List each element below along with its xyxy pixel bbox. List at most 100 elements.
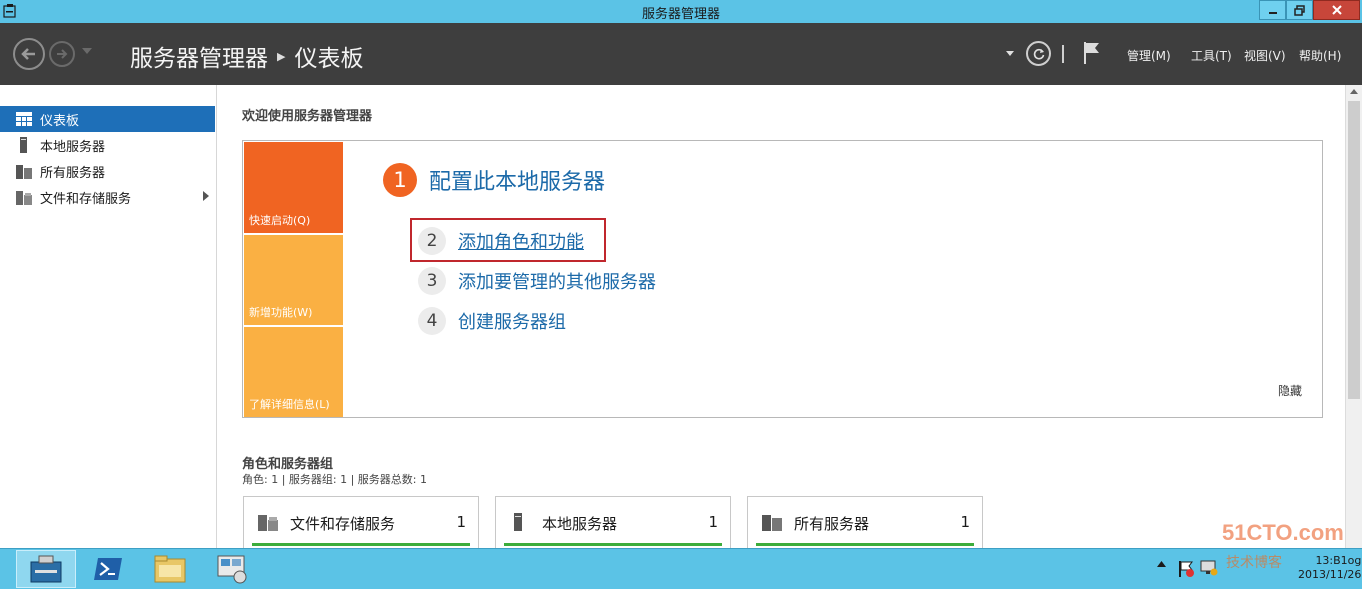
window-title: 服务器管理器 xyxy=(641,7,720,22)
step-create-server-group[interactable]: 4 创建服务器组 xyxy=(418,307,566,335)
view-menu[interactable]: 视图(V) xyxy=(1244,47,1286,64)
taskbar-network[interactable] xyxy=(202,550,262,588)
step-label: 配置此本地服务器 xyxy=(429,170,606,195)
sidebar-item-label: 所有服务器 xyxy=(40,165,106,181)
file-explorer-icon xyxy=(154,555,186,583)
step-number-badge: 1 xyxy=(383,163,417,197)
back-button[interactable] xyxy=(13,38,45,70)
sidebar-item-file-storage[interactable]: 文件和存储服务 xyxy=(0,184,215,210)
card-count: 1 xyxy=(960,513,970,531)
header-divider xyxy=(1062,45,1064,63)
step-link[interactable]: 添加要管理的其他服务器 xyxy=(458,268,656,294)
network-icon xyxy=(217,555,247,584)
card-name: 文件和存储服务 xyxy=(290,515,396,533)
tile-label: 快速启动(Q) xyxy=(249,214,311,227)
step-link[interactable]: 创建服务器组 xyxy=(458,308,566,334)
tile-label: 了解详细信息(L) xyxy=(249,398,330,411)
tile-label: 新增功能(W) xyxy=(249,306,313,319)
step-add-other-servers[interactable]: 3 添加要管理的其他服务器 xyxy=(418,267,656,295)
breadcrumb-separator-icon: ▶ xyxy=(277,49,286,63)
forward-arrow-icon xyxy=(57,49,68,59)
breadcrumb-current: 仪表板 xyxy=(294,46,364,72)
sidebar-item-local-server[interactable]: 本地服务器 xyxy=(0,132,215,158)
tools-menu[interactable]: 工具(T) xyxy=(1191,47,1232,64)
card-name: 所有服务器 xyxy=(794,515,870,533)
card-count: 1 xyxy=(456,513,466,531)
scrollbar-thumb[interactable] xyxy=(1348,101,1360,399)
tile-learn-more[interactable]: 了解详细信息(L) xyxy=(244,327,343,417)
taskbar-powershell[interactable] xyxy=(78,550,138,588)
role-card-file-storage[interactable]: 文件和存储服务 1 xyxy=(243,496,479,556)
refresh-icon xyxy=(1033,48,1044,59)
step-number-badge: 3 xyxy=(418,267,446,295)
scroll-up-arrow-icon[interactable] xyxy=(1350,89,1358,94)
roles-summary: 角色: 1 | 服务器组: 1 | 服务器总数: 1 xyxy=(242,473,428,486)
role-card-all-servers[interactable]: 所有服务器 1 xyxy=(747,496,983,556)
watermark-logo: 51CTO.com xyxy=(1222,520,1344,545)
server-icon xyxy=(514,513,522,531)
help-menu[interactable]: 帮助(H) xyxy=(1299,47,1341,64)
file-storage-icon xyxy=(258,515,278,531)
status-bar xyxy=(252,543,470,546)
servers-icon xyxy=(762,515,782,531)
dashboard-icon xyxy=(16,111,32,127)
vertical-scrollbar[interactable] xyxy=(1345,85,1362,548)
network-status-icon[interactable] xyxy=(1200,560,1218,576)
tile-quick-start[interactable]: 快速启动(Q) xyxy=(244,142,343,233)
card-name: 本地服务器 xyxy=(542,515,618,533)
title-bar: 服务器管理器 xyxy=(0,0,1362,23)
card-count: 1 xyxy=(708,513,718,531)
history-dropdown-icon[interactable] xyxy=(82,48,92,54)
sidebar-item-all-servers[interactable]: 所有服务器 xyxy=(0,158,215,184)
welcome-panel: 快速启动(Q) 新增功能(W) 了解详细信息(L) 1 配置此本地服务器 2 添… xyxy=(242,140,1323,418)
close-icon xyxy=(1331,5,1342,15)
header-dropdown-icon[interactable] xyxy=(1006,51,1014,56)
restore-button[interactable] xyxy=(1286,0,1313,20)
taskbar xyxy=(0,548,1362,589)
clock-time: 13:B1og xyxy=(1315,554,1362,567)
servers-icon xyxy=(16,163,32,179)
forward-button[interactable] xyxy=(49,41,75,67)
step-number-badge: 4 xyxy=(418,307,446,335)
roles-title: 角色和服务器组 xyxy=(242,457,334,472)
sidebar: 仪表板 本地服务器 所有服务器 文件和存储服务 xyxy=(0,85,217,548)
action-center-flag-icon[interactable] xyxy=(1178,560,1194,578)
role-card-local-server[interactable]: 本地服务器 1 xyxy=(495,496,731,556)
status-bar xyxy=(504,543,722,546)
main-content: 欢迎使用服务器管理器 快速启动(Q) 新增功能(W) 了解详细信息(L) 1 配… xyxy=(218,85,1345,556)
step-link[interactable]: 添加角色和功能 xyxy=(458,228,584,254)
sidebar-item-label: 本地服务器 xyxy=(40,139,106,155)
header-bar: 服务器管理器 ▶ 仪表板 管理(M) 工具(T) 视图(V) 帮助(H) xyxy=(0,23,1362,85)
minimize-button[interactable] xyxy=(1259,0,1286,20)
step-number-badge: 2 xyxy=(418,227,446,255)
watermark-subtitle: 技术博客 xyxy=(1226,555,1282,571)
taskbar-file-explorer[interactable] xyxy=(140,550,200,588)
clock-date: 2013/11/26 xyxy=(1298,568,1362,581)
breadcrumb: 服务器管理器 ▶ 仪表板 xyxy=(130,39,363,73)
server-icon xyxy=(16,137,32,153)
chevron-right-icon[interactable] xyxy=(203,191,209,201)
tile-whats-new[interactable]: 新增功能(W) xyxy=(244,235,343,325)
step-configure-local-server[interactable]: 1 配置此本地服务器 xyxy=(383,163,605,197)
sidebar-item-label: 仪表板 xyxy=(40,113,80,129)
sidebar-item-label: 文件和存储服务 xyxy=(40,191,132,207)
manage-menu[interactable]: 管理(M) xyxy=(1127,47,1171,64)
breadcrumb-root[interactable]: 服务器管理器 xyxy=(130,39,268,73)
status-bar xyxy=(756,543,974,546)
hide-link[interactable]: 隐藏 xyxy=(1278,382,1302,399)
show-hidden-icons-icon[interactable] xyxy=(1157,561,1166,567)
close-button[interactable] xyxy=(1313,0,1360,20)
server-manager-icon xyxy=(30,555,62,583)
refresh-button[interactable] xyxy=(1026,41,1051,66)
taskbar-server-manager[interactable] xyxy=(16,550,76,588)
notifications-flag-icon[interactable] xyxy=(1082,41,1102,65)
back-arrow-icon xyxy=(21,48,35,60)
step-add-roles-features[interactable]: 2 添加角色和功能 xyxy=(418,227,584,255)
sidebar-item-dashboard[interactable]: 仪表板 xyxy=(0,106,215,132)
welcome-title: 欢迎使用服务器管理器 xyxy=(242,109,373,124)
file-storage-icon xyxy=(16,189,32,205)
minimize-icon xyxy=(1268,12,1277,14)
restore-icon xyxy=(1294,4,1305,16)
powershell-icon xyxy=(94,558,122,580)
clock[interactable]: 13:B1og 2013/11/26 xyxy=(1298,554,1361,582)
